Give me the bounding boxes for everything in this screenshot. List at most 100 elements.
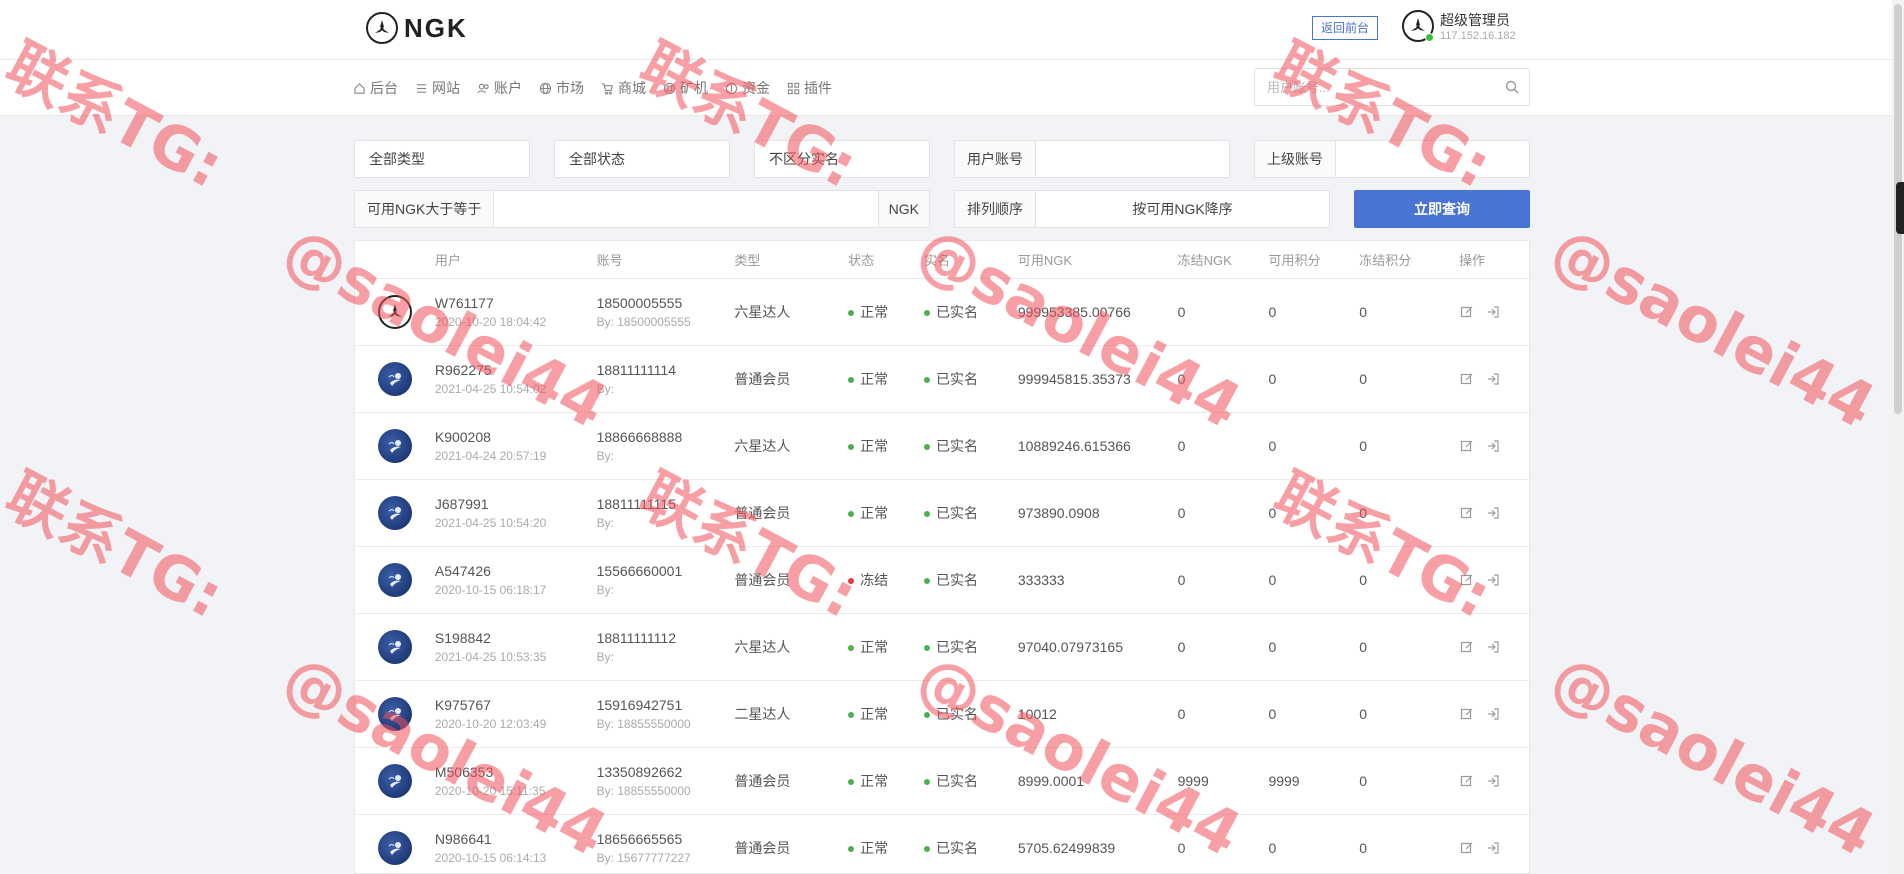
account-phone: 18811111115 <box>596 496 676 512</box>
login-as-user-icon[interactable] <box>1485 773 1501 789</box>
parent-account-filter: 上级账号 <box>1254 140 1530 178</box>
member-type: 二星达人 <box>734 706 791 722</box>
user-avatar <box>377 496 412 530</box>
available-ngk: 10012 <box>1017 706 1057 722</box>
table-row[interactable]: M506353 2020-10-20 15:11:35 13350892662 By:… <box>355 748 1529 815</box>
available-points: 0 <box>1268 371 1277 387</box>
edit-icon[interactable] <box>1459 572 1475 588</box>
back-to-frontend-button[interactable]: 返回前台 <box>1312 16 1379 40</box>
nav-item-2[interactable]: 账户 <box>476 78 522 98</box>
referrer: By: 18500005555 <box>596 315 691 329</box>
frozen-ngk: 0 <box>1177 304 1186 320</box>
user-id: S198842 <box>434 630 491 646</box>
header-status: 状态 <box>848 253 875 268</box>
login-as-user-icon[interactable] <box>1485 639 1501 655</box>
nav-item-7[interactable]: 插件 <box>786 78 832 98</box>
table-row[interactable]: N986641 2020-10-15 06:14:13 18656665565 By:… <box>355 815 1529 873</box>
member-type: 六星达人 <box>734 639 791 655</box>
grid-icon <box>786 81 800 95</box>
users-icon <box>476 81 490 95</box>
main-nav: 后台 网站 账户 市场 商城 矿机 资金 插件 <box>0 60 1904 116</box>
edit-icon[interactable] <box>1459 773 1475 789</box>
status-filter-select[interactable]: 全部状态 <box>554 140 730 178</box>
status-filter-value: 全部状态 <box>569 151 625 167</box>
sort-order-select[interactable]: 按可用NGK降序 <box>1036 199 1329 219</box>
user-search-input[interactable] <box>1255 69 1495 105</box>
edit-icon[interactable] <box>1459 438 1475 454</box>
user-avatar <box>377 630 412 664</box>
table-row[interactable]: W761177 2020-10-20 18:04:42 18500005555 By:… <box>355 279 1529 346</box>
header-available-ngk: 可用NGK <box>1017 253 1073 268</box>
nav-item-0[interactable]: 后台 <box>352 78 398 98</box>
realname-filter-select[interactable]: 不区分实名 <box>754 140 930 178</box>
watermark-text: @saolei44 <box>1539 212 1887 443</box>
edit-icon[interactable] <box>1459 304 1475 320</box>
sort-order-filter: 排列顺序 按可用NGK降序 <box>954 190 1330 228</box>
login-as-user-icon[interactable] <box>1485 572 1501 588</box>
login-as-user-icon[interactable] <box>1485 304 1501 320</box>
status-dot <box>848 444 855 451</box>
watermark-text: 联系TG: <box>0 460 235 633</box>
nav-item-label: 后台 <box>370 80 398 96</box>
list-icon <box>414 81 428 95</box>
table-row[interactable]: S198842 2021-04-25 10:53:35 18811111112 By:… <box>355 614 1529 681</box>
login-as-user-icon[interactable] <box>1485 706 1501 722</box>
table-row[interactable]: A547426 2020-10-15 06:18:17 15566660001 By:… <box>355 547 1529 614</box>
login-as-user-icon[interactable] <box>1485 371 1501 387</box>
sort-order-label: 排列顺序 <box>955 191 1036 227</box>
frozen-points: 0 <box>1359 304 1368 320</box>
available-points: 0 <box>1268 505 1277 521</box>
ngk-min-filter: 可用NGK大于等于 NGK <box>354 190 930 228</box>
page-scrollbar[interactable] <box>1892 0 1904 874</box>
frozen-points: 0 <box>1359 572 1368 588</box>
login-as-user-icon[interactable] <box>1485 505 1501 521</box>
type-filter-select[interactable]: 全部类型 <box>354 140 530 178</box>
edit-icon[interactable] <box>1459 505 1475 521</box>
status-text: 正常 <box>860 304 889 320</box>
frozen-points: 0 <box>1359 438 1368 454</box>
login-as-user-icon[interactable] <box>1485 840 1501 856</box>
ngk-min-input[interactable] <box>494 191 878 227</box>
parent-account-label: 上级账号 <box>1255 141 1336 177</box>
nav-item-1[interactable]: 网站 <box>414 78 460 98</box>
user-avatar <box>377 295 412 329</box>
nav-item-4[interactable]: 商城 <box>600 78 646 98</box>
nav-item-3[interactable]: 市场 <box>538 78 584 98</box>
table-row[interactable]: J687991 2021-04-25 10:54:20 18811111115 By:… <box>355 480 1529 547</box>
user-account-filter: 用户账号 <box>954 140 1230 178</box>
table-row[interactable]: K975767 2020-10-20 12:03:49 15916942751 By:… <box>355 681 1529 748</box>
nav-item-label: 网站 <box>432 80 460 96</box>
frozen-ngk: 0 <box>1177 639 1186 655</box>
edit-icon[interactable] <box>1459 840 1475 856</box>
realname-text: 已实名 <box>936 639 979 655</box>
realname-text: 已实名 <box>936 773 979 789</box>
search-icon[interactable] <box>1495 69 1529 105</box>
nav-item-5[interactable]: 矿机 <box>662 78 708 98</box>
nav-item-label: 插件 <box>804 80 832 96</box>
status-dot <box>848 846 855 853</box>
header-available-points: 可用积分 <box>1268 253 1321 268</box>
edit-icon[interactable] <box>1459 639 1475 655</box>
account-phone: 15916942751 <box>596 697 683 713</box>
user-avatar <box>377 697 412 731</box>
frozen-points: 0 <box>1359 505 1368 521</box>
brand-logo[interactable]: NGK <box>366 12 468 44</box>
query-button[interactable]: 立即查询 <box>1354 190 1530 228</box>
side-tab-handle[interactable] <box>1896 182 1904 234</box>
nav-item-6[interactable]: 资金 <box>724 78 770 98</box>
user-id: M506353 <box>434 764 494 780</box>
edit-icon[interactable] <box>1459 706 1475 722</box>
table-row[interactable]: R962275 2021-04-25 10:54:02 18811111114 By:… <box>355 346 1529 413</box>
realname-text: 已实名 <box>936 304 979 320</box>
edit-icon[interactable] <box>1459 371 1475 387</box>
user-avatar <box>377 429 412 463</box>
user-account-input[interactable] <box>1036 141 1229 177</box>
table-row[interactable]: K900208 2021-04-24 20:57:19 18866668888 By:… <box>355 413 1529 480</box>
member-type: 普通会员 <box>734 505 791 521</box>
parent-account-input[interactable] <box>1336 141 1529 177</box>
login-as-user-icon[interactable] <box>1485 438 1501 454</box>
header-actions: 操作 <box>1459 253 1486 268</box>
admin-profile[interactable]: 超级管理员 117.152.16.182 <box>1402 10 1516 42</box>
member-type: 六星达人 <box>734 304 791 320</box>
frozen-ngk: 0 <box>1177 706 1186 722</box>
